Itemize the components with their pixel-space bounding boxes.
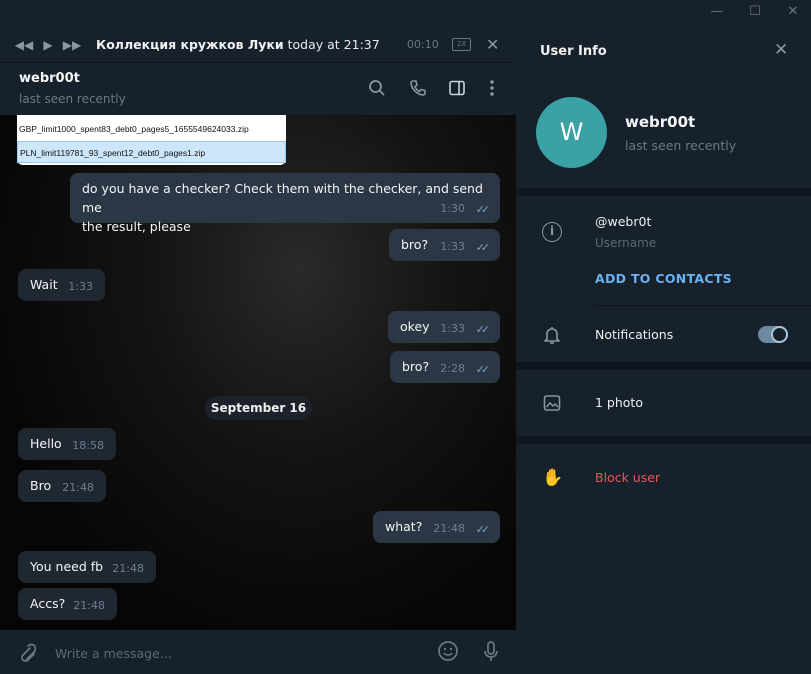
maximize-button[interactable]: ☐: [747, 4, 763, 19]
message-incoming[interactable]: Accs? 21:48: [18, 588, 117, 620]
message-text: Bro: [30, 478, 52, 493]
photo-icon: [542, 394, 562, 414]
divider-line: [595, 305, 811, 306]
section-divider: [516, 188, 811, 196]
read-receipt-icon: ✓✓: [475, 241, 491, 254]
message-incoming[interactable]: You need fb 21:48: [18, 551, 156, 583]
user-info-panel: User Info ✕ W webr00t last seen recently…: [516, 0, 811, 674]
previous-track-icon[interactable]: ◀◀: [12, 38, 36, 52]
message-text: You need fb: [30, 559, 104, 574]
message-text: okey: [400, 319, 430, 334]
message-outgoing[interactable]: bro? 2:28 ✓✓: [390, 351, 500, 383]
player-when: today at 21:37: [287, 37, 380, 52]
message-text: bro?: [402, 359, 430, 374]
message-outgoing[interactable]: okey 1:33 ✓✓: [388, 311, 500, 343]
message-outgoing[interactable]: do you have a checker? Check them with t…: [70, 173, 500, 234]
sidebar-toggle-icon[interactable]: [447, 79, 467, 99]
window-controls: — ☐ ✕: [709, 4, 801, 19]
microphone-icon[interactable]: [482, 640, 500, 669]
chat-header: webr00t last seen recently: [0, 63, 516, 115]
message-time: 1:33: [68, 280, 93, 293]
panel-title: User Info: [540, 44, 607, 59]
close-player-icon[interactable]: ✕: [486, 35, 499, 54]
message-time: 21:48: [62, 481, 94, 494]
message-composer: [0, 630, 516, 674]
section-divider: [516, 362, 811, 370]
more-options-icon[interactable]: [482, 79, 502, 99]
message-text: do you have a checker? Check them with t…: [82, 181, 483, 215]
read-receipt-icon: ✓✓: [475, 523, 491, 536]
message-list[interactable]: GBP_limit1000_spent83_debt0_pages5_16555…: [0, 115, 516, 630]
username-value[interactable]: @webr0t: [595, 214, 651, 229]
notifications-toggle[interactable]: [758, 326, 788, 343]
hand-stop-icon: ✋: [542, 468, 564, 488]
avatar[interactable]: W: [536, 97, 607, 168]
search-icon[interactable]: [367, 79, 387, 99]
username-label: Username: [595, 236, 657, 250]
read-receipt-icon: ✓✓: [475, 363, 491, 376]
window-close-button[interactable]: ✕: [785, 4, 801, 19]
play-icon[interactable]: ▶: [36, 38, 60, 52]
bell-icon: [542, 325, 562, 345]
message-outgoing[interactable]: what? 21:48 ✓✓: [373, 511, 500, 543]
message-text: Wait: [30, 277, 58, 292]
player-title-text: Коллекция кружков Луки: [96, 37, 284, 52]
message-text: bro?: [401, 237, 429, 252]
message-text: what?: [385, 519, 423, 534]
player-title[interactable]: Коллекция кружков Луки today at 21:37: [96, 37, 380, 52]
message-time: 1:33: [440, 322, 465, 335]
read-receipt-icon: ✓✓: [475, 323, 491, 336]
phone-icon[interactable]: [408, 79, 428, 99]
message-time: 2:28: [440, 362, 465, 375]
file-list-popup: GBP_limit1000_spent83_debt0_pages5_16555…: [17, 115, 286, 165]
player-time: 00:10: [407, 38, 439, 51]
message-time: 21:48: [112, 562, 144, 575]
message-incoming[interactable]: Wait 1:33: [18, 269, 105, 301]
block-user-button[interactable]: Block user: [595, 470, 660, 485]
message-time: 18:58: [72, 439, 104, 452]
message-text: Accs?: [30, 596, 66, 611]
toggle-knob: [771, 326, 788, 343]
message-time: 21:48: [73, 599, 105, 612]
emoji-icon[interactable]: [437, 640, 459, 667]
message-input[interactable]: [55, 644, 395, 662]
message-time: 1:33: [440, 240, 465, 253]
message-incoming[interactable]: Hello 18:58: [18, 428, 116, 460]
message-time: 1:30: [440, 202, 465, 215]
close-panel-icon[interactable]: ✕: [774, 40, 788, 60]
user-name: webr00t: [625, 113, 696, 131]
chat-status: last seen recently: [19, 92, 126, 106]
next-track-icon[interactable]: ▶▶: [60, 38, 84, 52]
add-to-contacts-button[interactable]: ADD TO CONTACTS: [595, 271, 732, 286]
section-divider: [516, 436, 811, 444]
message-incoming[interactable]: Bro 21:48: [18, 470, 106, 502]
user-status: last seen recently: [625, 138, 737, 153]
message-outgoing[interactable]: bro? 1:33 ✓✓: [389, 229, 500, 261]
date-separator: September 16: [205, 396, 312, 420]
chat-pane: ◀◀ ▶ ▶▶ Коллекция кружков Луки today at 2…: [0, 0, 516, 674]
notifications-label: Notifications: [595, 327, 674, 342]
file-item-selected[interactable]: PLN_limit119781_93_spent12_debt0_pages1.…: [17, 141, 286, 163]
playback-speed-button[interactable]: 2X: [452, 38, 471, 51]
attach-icon[interactable]: [16, 642, 37, 669]
read-receipt-icon: ✓✓: [475, 203, 491, 216]
message-text: Hello: [30, 436, 62, 451]
message-time: 21:48: [433, 522, 465, 535]
media-player-bar: ◀◀ ▶ ▶▶ Коллекция кружков Луки today at 2…: [0, 27, 516, 63]
file-item[interactable]: GBP_limit1000_spent83_debt0_pages5_16555…: [17, 118, 286, 140]
minimize-button[interactable]: —: [709, 4, 725, 19]
chat-name[interactable]: webr00t: [19, 71, 80, 86]
info-icon: i: [542, 222, 562, 242]
photos-link[interactable]: 1 photo: [595, 395, 643, 410]
